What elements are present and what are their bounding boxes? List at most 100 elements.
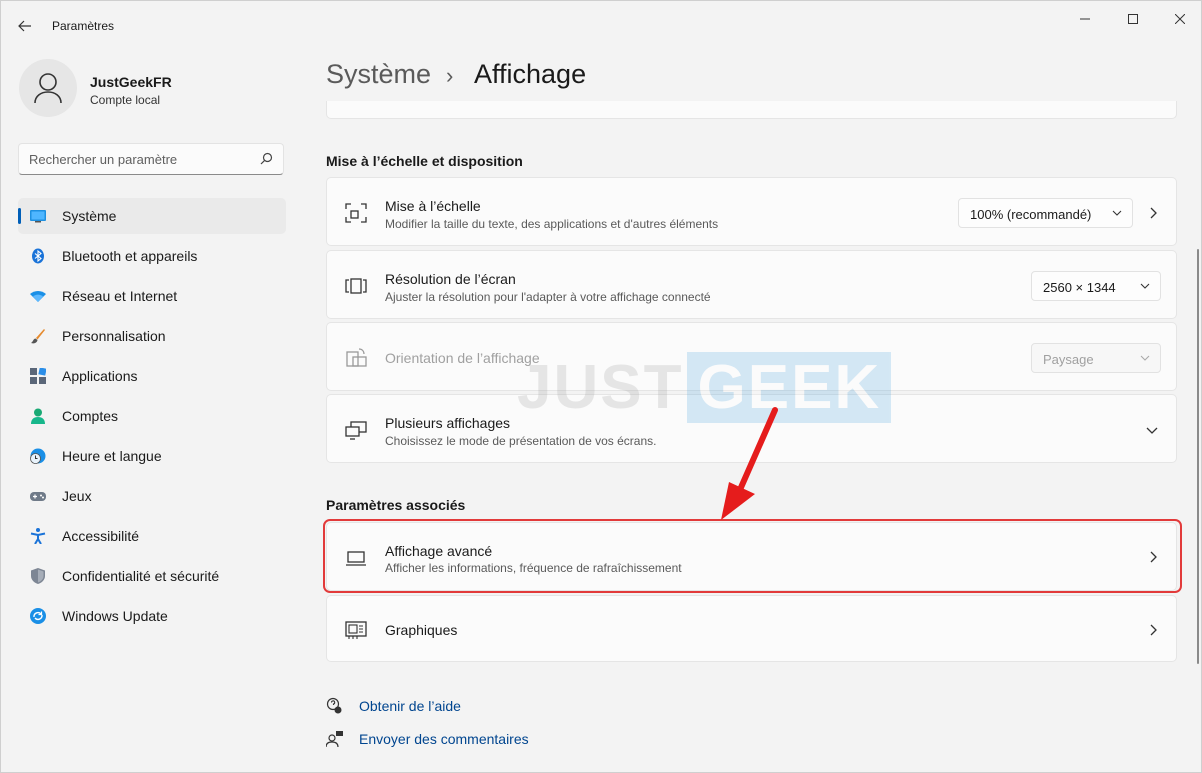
sidebar-item-systeme[interactable]: Système	[18, 198, 286, 234]
card-advanced-display[interactable]: Affichage avancé Afficher les informatio…	[326, 522, 1177, 591]
settings-window: Paramètres JustGeekFR Compte local Systè…	[0, 0, 1202, 773]
active-indicator	[18, 208, 21, 224]
account-icon	[31, 408, 45, 424]
card-scale[interactable]: Mise à l’échelle Modifier la taille du t…	[326, 177, 1177, 246]
chevron-down-icon	[1112, 210, 1122, 216]
card-title: Affichage avancé	[385, 543, 493, 559]
annotation-arrow	[721, 407, 778, 520]
orientation-icon	[346, 348, 367, 367]
card-description: Choisissez le mode de présentation de vo…	[385, 434, 657, 448]
account-type: Compte local	[90, 93, 161, 107]
clock-globe-icon	[30, 448, 46, 464]
help-icon	[326, 697, 342, 714]
card-orientation: Orientation de l’affichage Paysage	[326, 322, 1177, 391]
sidebar-item-label: Windows Update	[62, 608, 168, 624]
card-title: Orientation de l’affichage	[385, 350, 540, 366]
orientation-dropdown: Paysage	[1031, 343, 1161, 373]
minimize-icon	[1080, 18, 1090, 20]
apps-icon	[30, 368, 46, 384]
card-graphics[interactable]: Graphiques	[326, 595, 1177, 662]
chevron-right-icon	[1150, 624, 1157, 636]
chevron-down-icon	[1140, 355, 1150, 361]
breadcrumb-parent[interactable]: Système	[326, 59, 431, 90]
card-description: Modifier la taille du texte, des applica…	[385, 217, 719, 231]
card-description: Afficher les informations, fréquence de …	[385, 561, 682, 575]
search-input[interactable]	[29, 150, 249, 168]
sidebar-item-comptes[interactable]: Comptes	[18, 398, 286, 434]
maximize-button[interactable]	[1113, 7, 1153, 31]
resolution-dropdown[interactable]: 2560 × 1344	[1031, 271, 1161, 301]
close-icon	[1175, 14, 1185, 24]
sidebar-item-label: Bluetooth et appareils	[62, 248, 198, 264]
back-arrow-icon	[18, 20, 31, 32]
scale-dropdown[interactable]: 100% (recommandé)	[958, 198, 1133, 228]
card-title: Plusieurs affichages	[385, 415, 511, 431]
back-button[interactable]	[11, 13, 39, 39]
dropdown-value: Paysage	[1043, 352, 1094, 367]
feedback-link[interactable]: Envoyer des commentaires	[326, 730, 529, 748]
close-button[interactable]	[1160, 7, 1200, 31]
page-title: Affichage	[474, 59, 587, 89]
bluetooth-icon	[32, 248, 44, 264]
card-resolution[interactable]: Résolution de l’écran Ajuster la résolut…	[326, 250, 1177, 319]
previous-card-edge	[326, 101, 1177, 119]
section-title-related: Paramètres associés	[326, 497, 466, 513]
card-title: Graphiques	[385, 622, 458, 638]
resolution-icon	[345, 278, 367, 294]
gamepad-icon	[30, 492, 46, 501]
sidebar-item-confidentialite[interactable]: Confidentialité et sécurité	[18, 558, 286, 594]
sidebar-item-label: Applications	[62, 368, 138, 384]
window-title: Paramètres	[52, 19, 115, 33]
minimize-button[interactable]	[1065, 7, 1105, 31]
sidebar-item-label: Jeux	[62, 488, 92, 504]
help-link-text[interactable]: Obtenir de l’aide	[359, 698, 461, 714]
card-description: Ajuster la résolution pour l'adapter à v…	[385, 290, 711, 304]
user-name: JustGeekFR	[90, 74, 172, 90]
sidebar-item-windows-update[interactable]: Windows Update	[18, 598, 286, 634]
help-link[interactable]: Obtenir de l’aide	[326, 697, 461, 715]
dropdown-value: 100% (recommandé)	[970, 207, 1092, 222]
laptop-icon	[346, 551, 366, 566]
multiple-displays-icon	[345, 421, 367, 440]
dropdown-value: 2560 × 1344	[1043, 280, 1116, 295]
graphics-card-icon	[345, 621, 367, 639]
monitor-icon	[30, 210, 46, 223]
user-icon	[34, 73, 62, 104]
feedback-icon	[326, 731, 343, 748]
sidebar-item-label: Confidentialité et sécurité	[62, 568, 220, 584]
sidebar-item-applications[interactable]: Applications	[18, 358, 286, 394]
card-title: Mise à l’échelle	[385, 198, 481, 214]
sidebar-item-reseau[interactable]: Réseau et Internet	[18, 278, 286, 314]
wifi-icon	[30, 291, 46, 302]
sidebar-item-label: Personnalisation	[62, 328, 166, 344]
search-box[interactable]	[18, 143, 284, 175]
update-icon	[30, 608, 46, 624]
brush-icon	[31, 329, 45, 344]
scale-icon	[345, 203, 367, 223]
sidebar-item-label: Accessibilité	[62, 528, 140, 544]
sidebar-item-personnalisation[interactable]: Personnalisation	[18, 318, 286, 354]
avatar[interactable]	[19, 59, 77, 117]
sidebar-item-label: Comptes	[62, 408, 119, 424]
title-bar: Paramètres	[1, 1, 1201, 49]
accessibility-icon	[30, 528, 46, 544]
search-icon[interactable]	[260, 152, 273, 165]
sidebar-item-heure-langue[interactable]: Heure et langue	[18, 438, 286, 474]
sidebar-item-label: Heure et langue	[62, 448, 162, 464]
sidebar-item-jeux[interactable]: Jeux	[18, 478, 286, 514]
scrollbar[interactable]	[1197, 249, 1199, 664]
sidebar-item-label: Système	[62, 208, 117, 224]
chevron-down-icon[interactable]	[1146, 424, 1158, 436]
shield-icon	[31, 568, 45, 584]
maximize-icon	[1128, 14, 1138, 24]
sidebar-item-bluetooth[interactable]: Bluetooth et appareils	[18, 238, 286, 274]
sidebar-item-accessibilite[interactable]: Accessibilité	[18, 518, 286, 554]
section-title-scale-layout: Mise à l’échelle et disposition	[326, 153, 523, 169]
chevron-right-icon	[1150, 207, 1157, 219]
chevron-right-icon	[1150, 551, 1157, 563]
feedback-link-text[interactable]: Envoyer des commentaires	[359, 731, 529, 747]
chevron-down-icon	[1140, 283, 1150, 289]
card-title: Résolution de l’écran	[385, 271, 516, 287]
sidebar-item-label: Réseau et Internet	[62, 288, 178, 304]
breadcrumb-separator: ›	[446, 63, 454, 88]
